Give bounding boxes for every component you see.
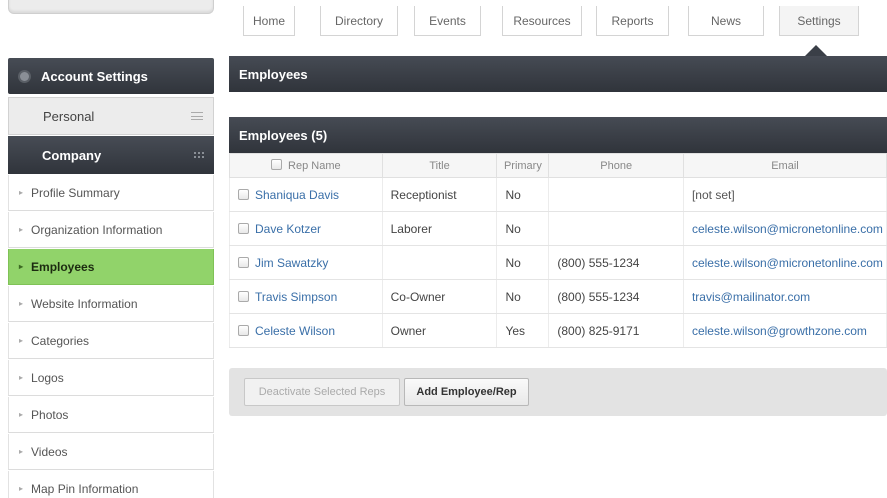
rep-primary: Yes <box>496 313 550 348</box>
sidebar-item-label: Employees <box>31 259 95 274</box>
sidebar-personal-label: Personal <box>43 108 95 124</box>
rep-phone: (800) 555-1234 <box>548 279 684 314</box>
rep-email-link[interactable]: celeste.wilson@growthzone.com <box>682 313 887 348</box>
sidebar-item-label: Logos <box>31 370 64 385</box>
row-checkbox[interactable] <box>238 222 249 234</box>
row-checkbox[interactable] <box>238 188 249 200</box>
chevron-right-icon: ▸ <box>19 262 24 271</box>
sidebar-item-organization-information[interactable]: ▸ Organization Information <box>8 212 214 248</box>
table-title: Employees (5) <box>229 117 887 153</box>
table-row: Celeste Wilson Owner Yes (800) 825-9171 … <box>229 313 887 348</box>
sidebar-item-logos[interactable]: ▸ Logos <box>8 360 214 396</box>
sidebar-account-settings-label: Account Settings <box>41 68 148 84</box>
rep-primary: No <box>496 211 550 246</box>
sidebar-item-categories[interactable]: ▸ Categories <box>8 323 214 359</box>
action-bar: Deactivate Selected Reps Add Employee/Re… <box>229 368 887 416</box>
sidebar-item-label: Photos <box>31 407 69 422</box>
sidebar-item-label: Videos <box>31 444 68 459</box>
select-all-checkbox[interactable] <box>271 159 283 170</box>
rep-email-link[interactable]: celeste.wilson@micronetonline.com <box>682 245 887 280</box>
tab-resources[interactable]: Resources <box>502 6 582 36</box>
rep-name-link[interactable]: Celeste Wilson <box>255 324 335 338</box>
table-row: Shaniqua Davis Receptionist No [not set] <box>229 177 887 212</box>
rep-email-link[interactable]: celeste.wilson@micronetonline.com <box>682 211 887 246</box>
rep-phone: (800) 825-9171 <box>548 313 684 348</box>
rep-name-link[interactable]: Travis Simpson <box>255 290 337 304</box>
rep-title: Co-Owner <box>381 279 498 314</box>
tab-directory[interactable]: Directory <box>320 6 398 36</box>
rep-title: Owner <box>381 313 498 348</box>
add-employee-rep-button[interactable]: Add Employee/Rep <box>404 378 529 406</box>
chevron-right-icon: ▸ <box>19 410 24 419</box>
rep-primary: No <box>496 279 550 314</box>
chevron-right-icon: ▸ <box>19 336 24 345</box>
employees-table: Rep Name Title Primary Phone Email Shani… <box>229 153 887 348</box>
sidebar-company-label: Company <box>42 147 102 163</box>
sidebar-company[interactable]: Company <box>8 136 214 174</box>
row-checkbox[interactable] <box>238 256 249 268</box>
chevron-right-icon: ▸ <box>19 373 24 382</box>
rep-primary: No <box>496 245 550 280</box>
sidebar-item-label: Categories <box>31 333 90 348</box>
sidebar-account-settings[interactable]: Account Settings <box>8 58 214 94</box>
grid-icon <box>194 152 204 158</box>
top-search-bar[interactable] <box>8 0 214 14</box>
chevron-right-icon: ▸ <box>19 188 24 197</box>
column-rep-name: Rep Name <box>229 153 383 178</box>
sidebar-item-profile-summary[interactable]: ▸ Profile Summary <box>8 175 214 211</box>
chevron-right-icon: ▸ <box>19 225 24 234</box>
table-row: Dave Kotzer Laborer No celeste.wilson@mi… <box>229 211 887 246</box>
table-row: Jim Sawatzky No (800) 555-1234 celeste.w… <box>229 245 887 280</box>
rep-name-link[interactable]: Jim Sawatzky <box>255 256 328 270</box>
row-checkbox[interactable] <box>238 290 249 302</box>
tab-home[interactable]: Home <box>243 6 295 36</box>
column-title: Title <box>381 153 498 178</box>
rep-phone: (800) 555-1234 <box>548 245 684 280</box>
sidebar-item-website-information[interactable]: ▸ Website Information <box>8 286 214 322</box>
tab-settings[interactable]: Settings <box>779 6 859 36</box>
column-primary: Primary <box>496 153 550 178</box>
table-header-row: Rep Name Title Primary Phone Email <box>229 153 887 178</box>
rep-phone <box>548 177 684 212</box>
sidebar-item-label: Website Information <box>31 296 138 311</box>
tab-events[interactable]: Events <box>414 6 481 36</box>
table-row: Travis Simpson Co-Owner No (800) 555-123… <box>229 279 887 314</box>
rep-name-link[interactable]: Shaniqua Davis <box>255 188 339 202</box>
rep-title: Receptionist <box>381 177 498 212</box>
rep-phone <box>548 211 684 246</box>
chevron-right-icon: ▸ <box>19 299 24 308</box>
rep-title <box>381 245 498 280</box>
chevron-right-icon: ▸ <box>19 447 24 456</box>
tab-reports[interactable]: Reports <box>596 6 669 36</box>
column-email: Email <box>682 153 887 178</box>
chevron-right-icon: ▸ <box>19 484 24 493</box>
sidebar-item-label: Profile Summary <box>31 185 120 200</box>
page-title: Employees <box>229 56 887 92</box>
rep-email: [not set] <box>682 177 887 212</box>
sidebar-item-map-pin-information[interactable]: ▸ Map Pin Information <box>8 471 214 498</box>
column-phone: Phone <box>548 153 684 178</box>
rep-email-link[interactable]: travis@mailinator.com <box>682 279 887 314</box>
rep-name-link[interactable]: Dave Kotzer <box>255 222 321 236</box>
menu-handle-icon <box>191 112 203 120</box>
sidebar-item-label: Organization Information <box>31 222 163 237</box>
radio-icon <box>20 71 29 81</box>
deactivate-selected-reps-button[interactable]: Deactivate Selected Reps <box>244 378 400 406</box>
sidebar-item-photos[interactable]: ▸ Photos <box>8 397 214 433</box>
row-checkbox[interactable] <box>238 324 249 336</box>
sidebar-item-videos[interactable]: ▸ Videos <box>8 434 214 470</box>
sidebar-item-label: Map Pin Information <box>31 481 139 496</box>
sidebar-item-employees[interactable]: ▸ Employees <box>8 249 214 285</box>
tab-news[interactable]: News <box>688 6 764 36</box>
rep-title: Laborer <box>381 211 498 246</box>
rep-primary: No <box>496 177 550 212</box>
sidebar-personal[interactable]: Personal <box>8 97 214 135</box>
